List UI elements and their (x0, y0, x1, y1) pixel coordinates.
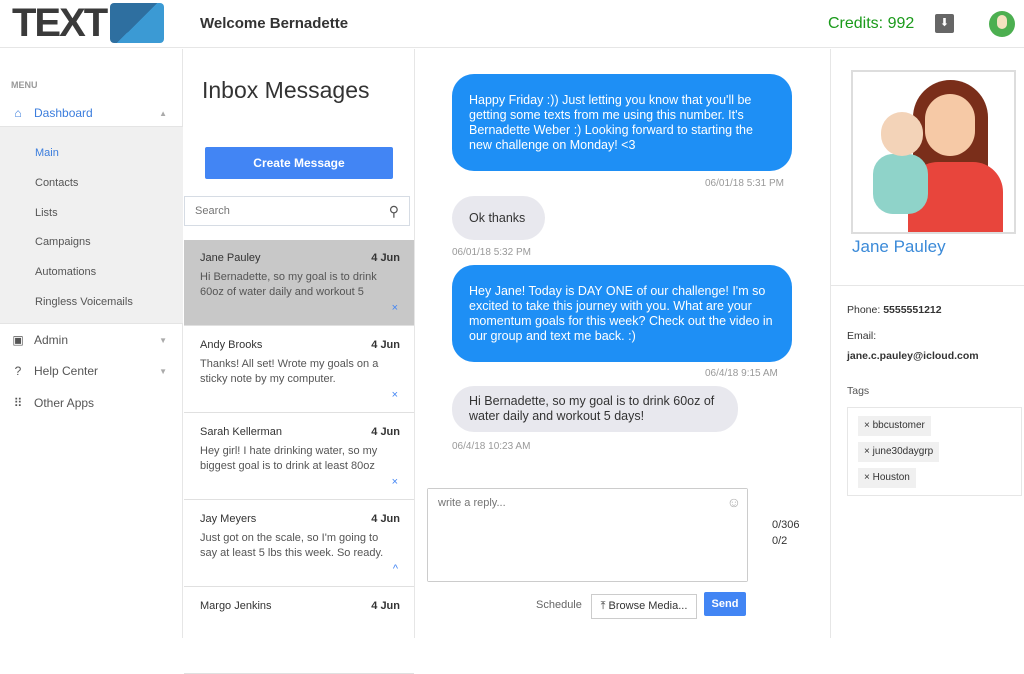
contact-panel: Jane Pauley Phone: 5555551212 Email: jan… (830, 49, 1024, 638)
search-box: ⚲ (184, 196, 410, 226)
chevron-down-icon: ▼ (159, 335, 167, 345)
sidebar-item-label: Other Apps (34, 396, 95, 410)
welcome-text: Welcome Bernadette (200, 15, 349, 32)
chevron-down-icon: ▼ (159, 366, 167, 376)
tag[interactable]: × Houston (858, 468, 916, 488)
inbox-list-item[interactable]: Andy Brooks 4 Jun Thanks! All set! Wrote… (184, 327, 414, 413)
android-icon: ▣ (12, 333, 24, 347)
logo[interactable]: TEXT (12, 1, 165, 45)
message-timestamp: 06/01/18 5:32 PM (452, 247, 531, 258)
send-button[interactable]: Send (704, 592, 746, 616)
message-bubble-outgoing: Hey Jane! Today is DAY ONE of our challe… (452, 265, 792, 362)
close-icon[interactable]: × (392, 302, 398, 314)
tag[interactable]: × june30daygrp (858, 442, 940, 462)
message-date: 4 Jun (371, 426, 400, 438)
phone-label: Phone: (847, 304, 881, 316)
sidebar-item-label: Admin (34, 333, 69, 347)
reply-input[interactable] (428, 489, 747, 581)
phone-row: Phone: 5555551212 (847, 304, 942, 316)
message-date: 4 Jun (371, 513, 400, 525)
message-preview: Just got on the scale, so I'm going to s… (200, 532, 384, 559)
schedule-link[interactable]: Schedule (536, 599, 582, 611)
message-date: 4 Jun (371, 600, 400, 612)
phone-value: 5555551212 (883, 304, 942, 316)
message-date: 4 Jun (371, 252, 400, 264)
chevron-up-icon[interactable]: ^ (393, 563, 398, 575)
sidebar-item-admin[interactable]: ▣ Admin ▼ (0, 325, 183, 355)
header: TEXT Welcome Bernadette Credits: 992 ⬇ (0, 0, 1024, 48)
sidebar: MENU ⌂ Dashboard ▲ Main Contacts Lists C… (0, 49, 183, 638)
apps-grid-icon: ⠿ (13, 396, 23, 410)
page-title: Inbox Messages (202, 77, 370, 103)
contact-name: Jane Pauley (852, 237, 946, 256)
menu-label: MENU (11, 80, 38, 90)
sidebar-item-other-apps[interactable]: ⠿ Other Apps (0, 388, 183, 418)
sidebar-item-ringless-voicemails[interactable]: Ringless Voicemails (35, 296, 133, 308)
message-timestamp: 06/4/18 9:15 AM (705, 368, 778, 379)
avatar[interactable] (989, 11, 1015, 37)
dashboard-submenu: Main Contacts Lists Campaigns Automation… (0, 126, 183, 324)
message-timestamp: 06/01/18 5:31 PM (705, 178, 784, 189)
search-icon[interactable]: ⚲ (389, 203, 399, 220)
contact-photo (851, 70, 1016, 234)
sidebar-item-automations[interactable]: Automations (35, 266, 96, 278)
help-icon: ? (14, 364, 22, 378)
reply-box: ☺ (427, 488, 748, 582)
sidebar-item-label: Dashboard (34, 106, 93, 120)
tag-label: Houston (872, 472, 910, 483)
browse-media-button[interactable]: ⤒ Browse Media... (591, 594, 697, 619)
search-input[interactable] (185, 197, 375, 225)
sender-name: Margo Jenkins (200, 600, 272, 612)
close-icon[interactable]: × (392, 476, 398, 488)
sender-name: Andy Brooks (200, 339, 263, 351)
conversation-panel: Happy Friday :)) Just letting you know t… (415, 49, 830, 638)
message-preview: Thanks! All set! Wrote my goals on a sti… (200, 358, 379, 385)
tag-label: june30daygrp (872, 446, 934, 457)
inbox-list-item[interactable]: Jay Meyers 4 Jun Just got on the scale, … (184, 501, 414, 587)
home-icon: ⌂ (14, 106, 22, 120)
inbox-list-item[interactable]: Sarah Kellerman 4 Jun Hey girl! I hate d… (184, 414, 414, 500)
upload-icon: ⤒ (600, 600, 609, 612)
email-label: Email: (847, 330, 877, 342)
tag[interactable]: × bbcustomer (858, 416, 931, 436)
sidebar-item-main[interactable]: Main (35, 147, 59, 159)
sender-name: Sarah Kellerman (200, 426, 282, 438)
credits-count: Credits: 992 (828, 15, 915, 32)
message-timestamp: 06/4/18 10:23 AM (452, 441, 531, 452)
emoji-icon[interactable]: ☺ (727, 494, 741, 510)
chevron-up-icon: ▲ (159, 108, 167, 118)
message-preview: Hey girl! I hate drinking water, so my b… (200, 445, 378, 472)
sidebar-item-lists[interactable]: Lists (35, 207, 58, 219)
inbox-list-item[interactable]: Jane Pauley 4 Jun Hi Bernadette, so my g… (184, 240, 414, 326)
sidebar-item-label: Help Center (34, 364, 99, 378)
close-icon[interactable]: × (392, 389, 398, 401)
email-value: jane.c.pauley@icloud.com (847, 350, 979, 362)
sidebar-item-campaigns[interactable]: Campaigns (35, 236, 91, 248)
logo-mark-icon (110, 3, 165, 43)
message-preview: Hi Bernadette, so my goal is to drink 60… (200, 271, 377, 298)
inbox-list-item[interactable]: Margo Jenkins 4 Jun (184, 588, 414, 674)
tags-label: Tags (847, 385, 870, 397)
sidebar-item-contacts[interactable]: Contacts (35, 177, 78, 189)
inbox-download-icon[interactable]: ⬇ (935, 14, 954, 33)
message-bubble-incoming: Hi Bernadette, so my goal is to drink 60… (452, 386, 738, 432)
divider (831, 285, 1024, 286)
message-bubble-outgoing: Happy Friday :)) Just letting you know t… (452, 74, 792, 171)
message-bubble-incoming: Ok thanks (452, 196, 545, 240)
create-message-button[interactable]: Create Message (205, 147, 393, 179)
sidebar-item-dashboard[interactable]: ⌂ Dashboard ▲ (0, 98, 183, 128)
tags-box[interactable]: × bbcustomer × june30daygrp × Houston (847, 407, 1022, 496)
character-count: 0/306 (772, 519, 800, 531)
inbox-panel: Inbox Messages Create Message ⚲ Jane Pau… (184, 49, 415, 674)
browse-media-label: Browse Media... (608, 600, 688, 612)
sender-name: Jay Meyers (200, 513, 257, 525)
segment-count: 0/2 (772, 535, 788, 547)
sidebar-item-help-center[interactable]: ? Help Center ▼ (0, 356, 183, 386)
message-date: 4 Jun (371, 339, 400, 351)
logo-text: TEXT (12, 1, 108, 45)
tag-label: bbcustomer (872, 420, 925, 431)
sender-name: Jane Pauley (200, 252, 261, 264)
